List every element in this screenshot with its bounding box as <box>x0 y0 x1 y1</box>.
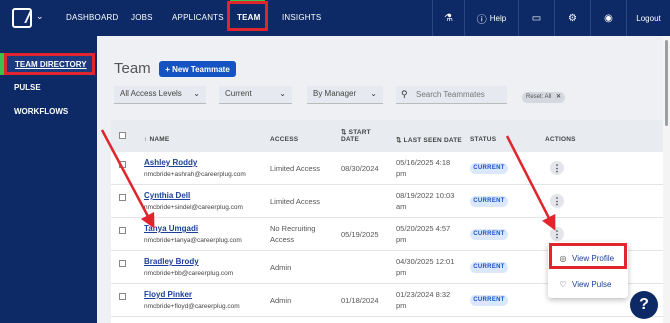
careerplug-logo-icon[interactable] <box>12 8 32 28</box>
status-badge: CURRENT <box>470 196 508 207</box>
chevron-down-icon: ⌄ <box>193 89 200 98</box>
teammate-name-link[interactable]: Bradley Brody <box>144 257 199 266</box>
teammate-email: nmcbride+bb@careerplug.com <box>144 270 234 277</box>
flask-icon[interactable]: ⚗ <box>432 0 464 36</box>
row-checkbox[interactable] <box>119 161 126 168</box>
sidebar-item-workflows[interactable]: WORKFLOWS <box>14 107 68 116</box>
last-seen-cell: 01/23/2024 8:32 pm <box>396 290 451 310</box>
help-bubble-icon[interactable]: ? <box>630 291 658 319</box>
sidebar-item-pulse[interactable]: PULSE <box>14 83 41 92</box>
status-badge: CURRENT <box>470 262 508 273</box>
status-filter[interactable]: Current ⌄ <box>219 86 292 104</box>
status-badge: CURRENT <box>470 163 508 174</box>
new-teammate-button[interactable]: + New Teammate <box>159 61 236 77</box>
table-row: Cynthia Dell nmcbride+sindel@careerplug.… <box>111 185 663 218</box>
user-account-icon[interactable]: ◉ <box>590 0 626 36</box>
header-name[interactable]: ↑ NAME <box>144 136 169 143</box>
last-seen-cell: 05/20/2025 4:57 pm <box>396 224 451 244</box>
access-cell: Admin <box>270 263 292 272</box>
manager-filter[interactable]: By Manager ⌄ <box>307 86 383 104</box>
teammate-email: nmcbride+floyd@careerplug.com <box>144 303 240 310</box>
chevron-down-icon[interactable]: ⌄ <box>36 11 44 22</box>
heart-icon: ♡ <box>559 279 567 289</box>
sidebar-item-team-directory[interactable]: TEAM DIRECTORY <box>4 53 95 75</box>
select-all-checkbox[interactable] <box>119 132 126 139</box>
top-navigation-bar: ⌄ DASHBOARD JOBS APPLICANTS TEAM INSIGHT… <box>0 0 670 36</box>
start-date-cell: 08/30/2024 <box>341 164 379 173</box>
access-cell: Limited Access <box>270 197 321 206</box>
access-filter-value: All Access Levels <box>120 89 182 98</box>
close-icon[interactable]: ✕ <box>556 94 561 100</box>
view-pulse-label: View Pulse <box>572 279 612 289</box>
nav-jobs[interactable]: JOBS <box>131 0 153 36</box>
teammate-name-link[interactable]: Ashley Roddy <box>144 158 197 167</box>
table-row: Ashley Roddy nmcbride+ashrah@careerplug.… <box>111 152 663 185</box>
nav-dashboard[interactable]: DASHBOARD <box>66 0 118 36</box>
status-badge: CURRENT <box>470 229 508 240</box>
chevron-down-icon: ⌄ <box>279 89 286 98</box>
header-actions: ACTIONS <box>545 136 576 143</box>
chat-icon[interactable]: ▭ <box>518 0 554 36</box>
gear-icon[interactable]: ⚙ <box>554 0 590 36</box>
start-date-cell: 05/19/2025 <box>341 230 379 239</box>
search-placeholder: Search Teammates <box>416 90 485 99</box>
teammate-name-link[interactable]: Cynthia Dell <box>144 191 190 200</box>
teammate-email: nmcbride+tanya@careerplug.com <box>144 237 242 244</box>
row-checkbox[interactable] <box>119 227 126 234</box>
highlight-box-view-profile <box>549 243 627 269</box>
last-seen-cell: 08/19/2022 10:03 am <box>396 191 455 211</box>
header-status: STATUS <box>470 136 497 143</box>
manager-filter-value: By Manager <box>313 89 357 98</box>
nav-applicants[interactable]: APPLICANTS <box>172 0 224 36</box>
row-checkbox[interactable] <box>119 194 126 201</box>
teammate-name-link[interactable]: Tanya Umgadi <box>144 224 198 233</box>
last-seen-cell: 04/30/2025 12:01 pm <box>396 257 455 277</box>
access-cell: No Recruiting Access <box>270 224 316 244</box>
status-badge: CURRENT <box>470 295 508 306</box>
start-date-cell: 01/18/2024 <box>341 296 379 305</box>
access-cell: Admin <box>270 296 292 305</box>
access-cell: Limited Access <box>270 164 321 173</box>
search-input[interactable]: ⚲ Search Teammates <box>396 86 507 104</box>
view-pulse-menu-item[interactable]: ♡ View Pulse <box>548 273 628 295</box>
teammate-email: nmcbride+sindel@careerplug.com <box>144 204 243 211</box>
search-icon: ⚲ <box>401 89 408 99</box>
teammate-name-link[interactable]: Floyd Pinker <box>144 290 192 299</box>
more-actions-icon[interactable]: ⋮ <box>550 227 564 241</box>
header-last-seen[interactable]: ⇅ LAST SEEN DATE <box>396 136 462 144</box>
more-actions-icon[interactable]: ⋮ <box>550 194 564 208</box>
question-circle-icon: ⓘ <box>476 14 487 26</box>
row-checkbox[interactable] <box>119 260 126 267</box>
header-access[interactable]: ACCESS <box>270 136 298 143</box>
more-actions-icon[interactable]: ⋮ <box>550 161 564 175</box>
table-header: ↑ NAME ACCESS ⇅ START DATE ⇅ LAST SEEN DA… <box>111 120 663 152</box>
logout-label: Logout <box>636 13 661 23</box>
help-label: Help <box>489 13 507 23</box>
header-start-date[interactable]: ⇅ START DATE <box>341 128 371 143</box>
chevron-down-icon: ⌄ <box>370 89 377 98</box>
sidebar: TEAM DIRECTORY PULSE WORKFLOWS <box>0 36 97 323</box>
nav-insights[interactable]: INSIGHTS <box>282 0 321 36</box>
logout-button[interactable]: Logout <box>626 0 670 36</box>
last-seen-cell: 05/16/2025 4:18 pm <box>396 158 451 178</box>
status-filter-value: Current <box>225 89 252 98</box>
reset-filter-chip[interactable]: Reset: All ✕ <box>522 92 566 103</box>
row-checkbox[interactable] <box>119 293 126 300</box>
page-title: Team <box>114 60 151 77</box>
scrollbar-thumb[interactable] <box>665 40 668 126</box>
teammate-email: nmcbride+ashrah@careerplug.com <box>144 171 246 178</box>
access-level-filter[interactable]: All Access Levels ⌄ <box>114 86 206 104</box>
reset-label: Reset: All <box>526 94 552 100</box>
highlight-box-team <box>227 1 268 31</box>
help-button[interactable]: ⓘ Help <box>464 0 518 36</box>
sidebar-item-label: TEAM DIRECTORY <box>15 60 87 69</box>
